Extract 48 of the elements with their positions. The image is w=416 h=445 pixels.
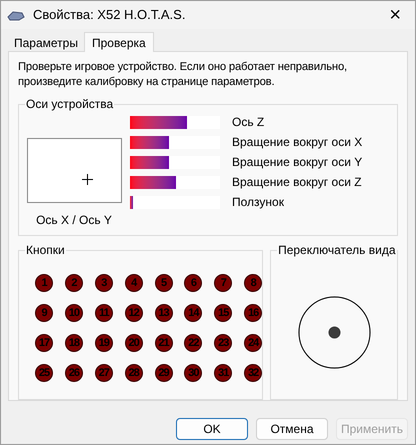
button-indicator: 31 [214, 364, 232, 382]
button-indicator: 23 [214, 334, 232, 352]
xy-axis-label: Ось X / Ось Y [36, 212, 112, 229]
button-indicator: 6 [184, 274, 202, 292]
tab[interactable]: Проверка [84, 32, 154, 52]
button-indicator: 29 [154, 364, 173, 382]
group-title: Переключатель вида [277, 243, 396, 257]
tab[interactable]: Параметры [8, 34, 84, 51]
button-indicator: 13 [154, 304, 173, 322]
group-title: Оси устройства [25, 97, 114, 111]
button-indicator: 5 [154, 274, 173, 292]
button-indicator: 32 [244, 364, 262, 382]
button-indicator: 7 [214, 274, 232, 292]
button-indicator: 25 [35, 364, 53, 382]
button-indicator: 30 [184, 364, 202, 382]
button-indicator: 11 [94, 304, 113, 322]
button-indicator: 16 [244, 304, 262, 322]
button-indicator: 20 [124, 334, 143, 352]
button-indicator: 24 [244, 334, 262, 352]
button-indicator: 21 [154, 334, 173, 352]
button-indicator: 19 [94, 334, 113, 352]
button-indicator: 12 [124, 304, 143, 322]
button-indicator: 1 [35, 274, 53, 292]
button-indicator: 27 [94, 364, 113, 382]
button-indicator: 18 [64, 334, 83, 352]
button-indicator: 17 [35, 334, 53, 352]
group-title: Кнопки [25, 243, 66, 257]
button-indicator: 28 [124, 364, 143, 382]
close-button[interactable]: × [385, 5, 405, 25]
button-indicator: 15 [214, 304, 232, 322]
button-indicator: 14 [184, 304, 202, 322]
dialog-button[interactable]: OK [176, 418, 248, 440]
button-indicator: 2 [64, 274, 83, 292]
button-indicator: 4 [124, 274, 143, 292]
axis-label: Ось Z [232, 114, 264, 131]
button-indicator: 8 [244, 274, 262, 292]
window-title: Свойства: X52 H.O.T.A.S. [33, 6, 186, 24]
axis-label: Ползунок [232, 194, 284, 211]
dialog-button[interactable]: Отмена [256, 418, 328, 440]
button-indicator: 10 [64, 304, 83, 322]
axis-label: Вращение вокруг оси Z [232, 174, 362, 191]
button-indicator: 26 [64, 364, 83, 382]
button-indicator: 9 [35, 304, 53, 322]
button-indicator: 3 [94, 274, 113, 292]
button-indicator: 22 [184, 334, 202, 352]
axis-label: Вращение вокруг оси X [232, 134, 362, 151]
axis-label: Вращение вокруг оси Y [232, 154, 362, 171]
instruction-text: Проверьте игровое устройство. Если оно работает неправильно, произведите калибровку на странице параметров. [18, 60, 348, 90]
